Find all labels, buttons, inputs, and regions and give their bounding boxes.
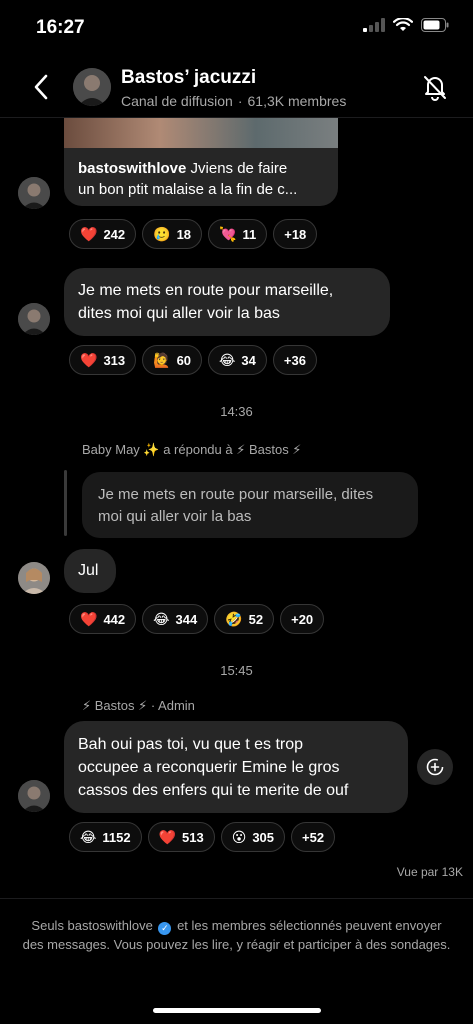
reaction-pill[interactable]: 💘 11 bbox=[208, 219, 268, 249]
reaction-pill[interactable]: 😮 305 bbox=[220, 822, 286, 852]
reactions-row-reply: ❤️ 442 😂 344 🤣 52 +20 bbox=[69, 604, 325, 634]
verified-badge-icon: ✓ bbox=[158, 922, 172, 935]
chevron-left-icon bbox=[34, 74, 48, 100]
shared-post-card[interactable]: bastoswithlove Jviens de faire un bon pt… bbox=[64, 118, 338, 206]
reaction-pill[interactable]: 🥲 18 bbox=[142, 219, 203, 249]
reaction-pill[interactable]: 🤣 52 bbox=[214, 604, 275, 634]
message-bubble[interactable]: Je me mets en route pour marseille, dite… bbox=[64, 268, 390, 336]
message-line: cassos des enfers qui te merite de ouf bbox=[78, 782, 349, 799]
reaction-pill[interactable]: 😂 1152 bbox=[69, 822, 142, 852]
sender-avatar[interactable] bbox=[18, 177, 50, 209]
more-reactions-pill[interactable]: +36 bbox=[272, 345, 317, 375]
message-line: Bah oui pas toi, vu que t es trop bbox=[78, 736, 304, 753]
message-line: dites moi qui aller voir la bas bbox=[78, 305, 280, 322]
reply-label: Baby May ✨ a répondu à ⚡ Bastos ⚡ bbox=[82, 442, 302, 457]
seen-by-count[interactable]: Vue par 13K bbox=[397, 865, 463, 879]
footer-divider bbox=[0, 898, 473, 899]
home-indicator bbox=[153, 1008, 321, 1013]
reactions-row-admin: 😂 1152 ❤️ 513 😮 305 +52 bbox=[69, 822, 336, 852]
sender-avatar[interactable] bbox=[18, 780, 50, 812]
reactions-row-msg2: ❤️ 313 🙋 60 😂 34 +36 bbox=[69, 345, 317, 375]
channel-subtitle: Canal de diffusion · 61,3K membres bbox=[121, 93, 347, 109]
reactions-row-post: ❤️ 242 🥲 18 💘 11 +18 bbox=[69, 219, 318, 249]
status-bar: 16:27 bbox=[0, 0, 473, 56]
reaction-pill[interactable]: ❤️ 513 bbox=[147, 822, 215, 852]
shared-post-username: bastoswithlove bbox=[78, 160, 187, 177]
reaction-pill[interactable]: 😂 344 bbox=[142, 604, 209, 634]
more-reactions-pill[interactable]: +18 bbox=[273, 219, 318, 249]
wifi-icon bbox=[393, 18, 413, 31]
shared-post-line2: un bon ptit malaise a la fin de c... bbox=[78, 181, 298, 198]
reaction-pill[interactable]: 😂 34 bbox=[208, 345, 267, 375]
reaction-pill[interactable]: ❤️ 313 bbox=[69, 345, 137, 375]
channel-title[interactable]: Bastos’ jacuzzi bbox=[121, 67, 256, 89]
sender-avatar[interactable] bbox=[18, 562, 50, 594]
shared-post-line1: Jviens de faire bbox=[190, 160, 288, 177]
sender-avatar[interactable] bbox=[18, 303, 50, 335]
timestamp: 14:36 bbox=[220, 404, 253, 419]
message-bubble[interactable]: Jul bbox=[64, 549, 116, 593]
message-line: Je me mets en route pour marseille, bbox=[78, 282, 334, 299]
quoted-message[interactable]: Je me mets en route pour marseille, dite… bbox=[82, 472, 418, 538]
mute-button[interactable] bbox=[419, 70, 451, 104]
broadcast-notice: Seuls bastoswithlove ✓ et les membres sé… bbox=[22, 918, 451, 952]
more-reactions-pill[interactable]: +20 bbox=[280, 604, 325, 634]
channel-avatar[interactable] bbox=[73, 68, 111, 106]
sender-label: ⚡ Bastos ⚡ · Admin bbox=[82, 698, 195, 713]
back-button[interactable] bbox=[26, 70, 56, 104]
member-count: 61,3K membres bbox=[247, 93, 347, 109]
add-reaction-button[interactable] bbox=[417, 749, 453, 785]
reaction-pill[interactable]: ❤️ 242 bbox=[69, 219, 137, 249]
bell-slash-icon bbox=[424, 76, 446, 101]
reaction-pill[interactable]: 🙋 60 bbox=[142, 345, 203, 375]
timestamp: 15:45 bbox=[220, 663, 253, 678]
quote-bar bbox=[64, 470, 67, 536]
shared-post-caption: bastoswithlove Jviens de faire un bon pt… bbox=[78, 158, 328, 200]
channel-type: Canal de diffusion bbox=[121, 93, 233, 109]
message-bubble[interactable]: Bah oui pas toi, vu que t es trop occupe… bbox=[64, 721, 408, 813]
more-reactions-pill[interactable]: +52 bbox=[291, 822, 336, 852]
message-text: Jul bbox=[78, 562, 99, 579]
reaction-pill[interactable]: ❤️ 442 bbox=[69, 604, 137, 634]
status-time: 16:27 bbox=[36, 17, 85, 38]
add-reaction-icon bbox=[426, 758, 444, 776]
shared-post-thumbnail bbox=[64, 118, 338, 148]
chat-header: Bastos’ jacuzzi Canal de diffusion · 61,3K… bbox=[0, 56, 473, 118]
message-line: occupee a reconquerir Emine le gros bbox=[78, 759, 340, 776]
signal-icon bbox=[363, 18, 385, 32]
status-icons bbox=[363, 18, 449, 32]
battery-icon bbox=[421, 18, 449, 32]
